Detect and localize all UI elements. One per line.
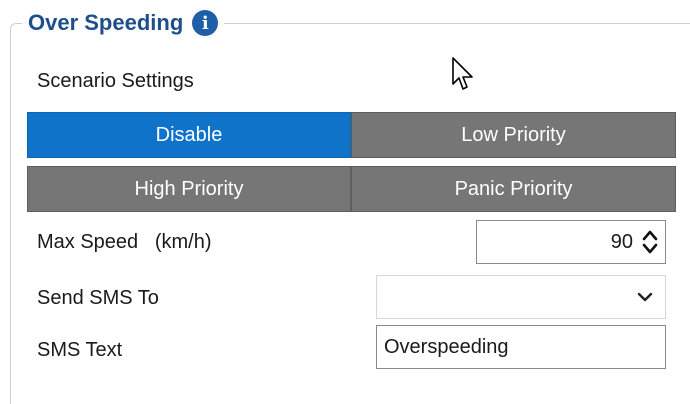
- high-priority-button[interactable]: High Priority: [27, 166, 351, 212]
- sms-text-input[interactable]: [376, 325, 666, 369]
- group-header: Over Speeding i: [22, 7, 225, 39]
- send-sms-to-label: Send SMS To: [37, 287, 159, 309]
- info-icon[interactable]: i: [192, 10, 219, 36]
- scenario-settings-label: Scenario Settings: [37, 70, 194, 92]
- max-speed-input[interactable]: 90: [476, 220, 666, 264]
- chevron-down-icon: [637, 292, 653, 302]
- panic-priority-button[interactable]: Panic Priority: [351, 166, 676, 212]
- low-priority-button[interactable]: Low Priority: [351, 112, 676, 158]
- max-speed-label: Max Speed (km/h): [37, 231, 212, 253]
- spinner-arrows-icon[interactable]: [641, 227, 659, 257]
- sms-text-label: SMS Text: [37, 339, 123, 361]
- group-title: Over Speeding: [28, 10, 184, 35]
- mouse-pointer-icon: [452, 57, 473, 90]
- disable-button[interactable]: Disable: [27, 112, 351, 158]
- max-speed-value: 90: [610, 230, 633, 253]
- send-sms-to-select[interactable]: [376, 275, 666, 319]
